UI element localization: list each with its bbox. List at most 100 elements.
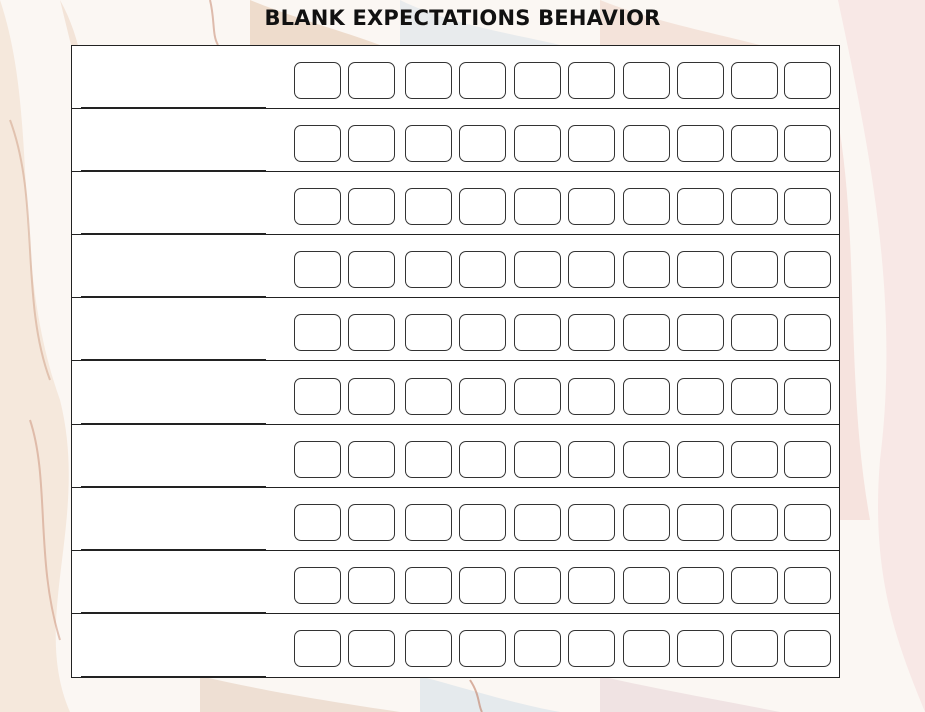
name-write-line[interactable] <box>81 170 266 172</box>
tally-box[interactable] <box>514 503 561 541</box>
tally-box[interactable] <box>731 503 778 541</box>
tally-box[interactable] <box>405 251 452 289</box>
tally-box[interactable] <box>568 629 615 667</box>
tally-box[interactable] <box>731 377 778 415</box>
tally-box[interactable] <box>784 503 831 541</box>
name-write-line[interactable] <box>81 675 266 677</box>
tally-box[interactable] <box>348 125 395 163</box>
tally-box[interactable] <box>623 566 670 604</box>
tally-box[interactable] <box>514 62 561 99</box>
tally-box[interactable] <box>623 125 670 163</box>
tally-box[interactable] <box>294 629 341 667</box>
name-write-line[interactable] <box>81 611 266 613</box>
tally-box[interactable] <box>677 314 724 352</box>
name-write-line[interactable] <box>81 107 266 108</box>
tally-box[interactable] <box>677 566 724 604</box>
name-write-line[interactable] <box>81 422 266 424</box>
tally-box[interactable] <box>514 188 561 226</box>
tally-box[interactable] <box>784 440 831 478</box>
tally-box[interactable] <box>348 629 395 667</box>
tally-box[interactable] <box>677 440 724 478</box>
tally-box[interactable] <box>677 503 724 541</box>
tally-box[interactable] <box>294 62 341 99</box>
tally-box[interactable] <box>514 629 561 667</box>
tally-box[interactable] <box>294 251 341 289</box>
tally-box[interactable] <box>459 629 506 667</box>
tally-box[interactable] <box>568 125 615 163</box>
tally-box[interactable] <box>677 62 724 99</box>
tally-box[interactable] <box>348 314 395 352</box>
tally-box[interactable] <box>294 314 341 352</box>
tally-box[interactable] <box>459 188 506 226</box>
tally-box[interactable] <box>294 125 341 163</box>
tally-box[interactable] <box>294 566 341 604</box>
tally-box[interactable] <box>568 251 615 289</box>
name-write-line[interactable] <box>81 485 266 487</box>
tally-box[interactable] <box>348 377 395 415</box>
tally-box[interactable] <box>294 188 341 226</box>
tally-box[interactable] <box>405 629 452 667</box>
tally-box[interactable] <box>348 251 395 289</box>
tally-box[interactable] <box>294 503 341 541</box>
tally-box[interactable] <box>784 125 831 163</box>
tally-box[interactable] <box>623 62 670 99</box>
tally-box[interactable] <box>459 440 506 478</box>
tally-box[interactable] <box>784 188 831 226</box>
tally-box[interactable] <box>348 503 395 541</box>
name-write-line[interactable] <box>81 296 266 298</box>
tally-box[interactable] <box>731 629 778 667</box>
tally-box[interactable] <box>568 440 615 478</box>
tally-box[interactable] <box>459 251 506 289</box>
tally-box[interactable] <box>623 251 670 289</box>
tally-box[interactable] <box>677 377 724 415</box>
tally-box[interactable] <box>731 440 778 478</box>
tally-box[interactable] <box>623 503 670 541</box>
tally-box[interactable] <box>459 566 506 604</box>
tally-box[interactable] <box>784 377 831 415</box>
tally-box[interactable] <box>568 62 615 99</box>
tally-box[interactable] <box>514 566 561 604</box>
name-write-line[interactable] <box>81 359 266 361</box>
tally-box[interactable] <box>514 125 561 163</box>
tally-box[interactable] <box>348 566 395 604</box>
tally-box[interactable] <box>348 62 395 99</box>
tally-box[interactable] <box>731 314 778 352</box>
tally-box[interactable] <box>568 503 615 541</box>
tally-box[interactable] <box>459 125 506 163</box>
tally-box[interactable] <box>405 377 452 415</box>
tally-box[interactable] <box>514 377 561 415</box>
tally-box[interactable] <box>677 188 724 226</box>
tally-box[interactable] <box>514 314 561 352</box>
tally-box[interactable] <box>623 629 670 667</box>
tally-box[interactable] <box>568 188 615 226</box>
tally-box[interactable] <box>623 314 670 352</box>
tally-box[interactable] <box>405 314 452 352</box>
tally-box[interactable] <box>348 188 395 226</box>
tally-box[interactable] <box>405 62 452 99</box>
tally-box[interactable] <box>784 314 831 352</box>
tally-box[interactable] <box>677 251 724 289</box>
tally-box[interactable] <box>677 629 724 667</box>
tally-box[interactable] <box>405 566 452 604</box>
tally-box[interactable] <box>623 440 670 478</box>
tally-box[interactable] <box>731 566 778 604</box>
tally-box[interactable] <box>294 440 341 478</box>
tally-box[interactable] <box>784 251 831 289</box>
tally-box[interactable] <box>514 251 561 289</box>
tally-box[interactable] <box>623 377 670 415</box>
tally-box[interactable] <box>459 314 506 352</box>
tally-box[interactable] <box>568 566 615 604</box>
name-write-line[interactable] <box>81 233 266 235</box>
tally-box[interactable] <box>568 314 615 352</box>
tally-box[interactable] <box>677 125 724 163</box>
tally-box[interactable] <box>731 125 778 163</box>
tally-box[interactable] <box>405 188 452 226</box>
tally-box[interactable] <box>514 440 561 478</box>
tally-box[interactable] <box>731 62 778 99</box>
tally-box[interactable] <box>348 440 395 478</box>
tally-box[interactable] <box>623 188 670 226</box>
tally-box[interactable] <box>784 62 831 99</box>
tally-box[interactable] <box>405 125 452 163</box>
tally-box[interactable] <box>731 251 778 289</box>
tally-box[interactable] <box>731 188 778 226</box>
